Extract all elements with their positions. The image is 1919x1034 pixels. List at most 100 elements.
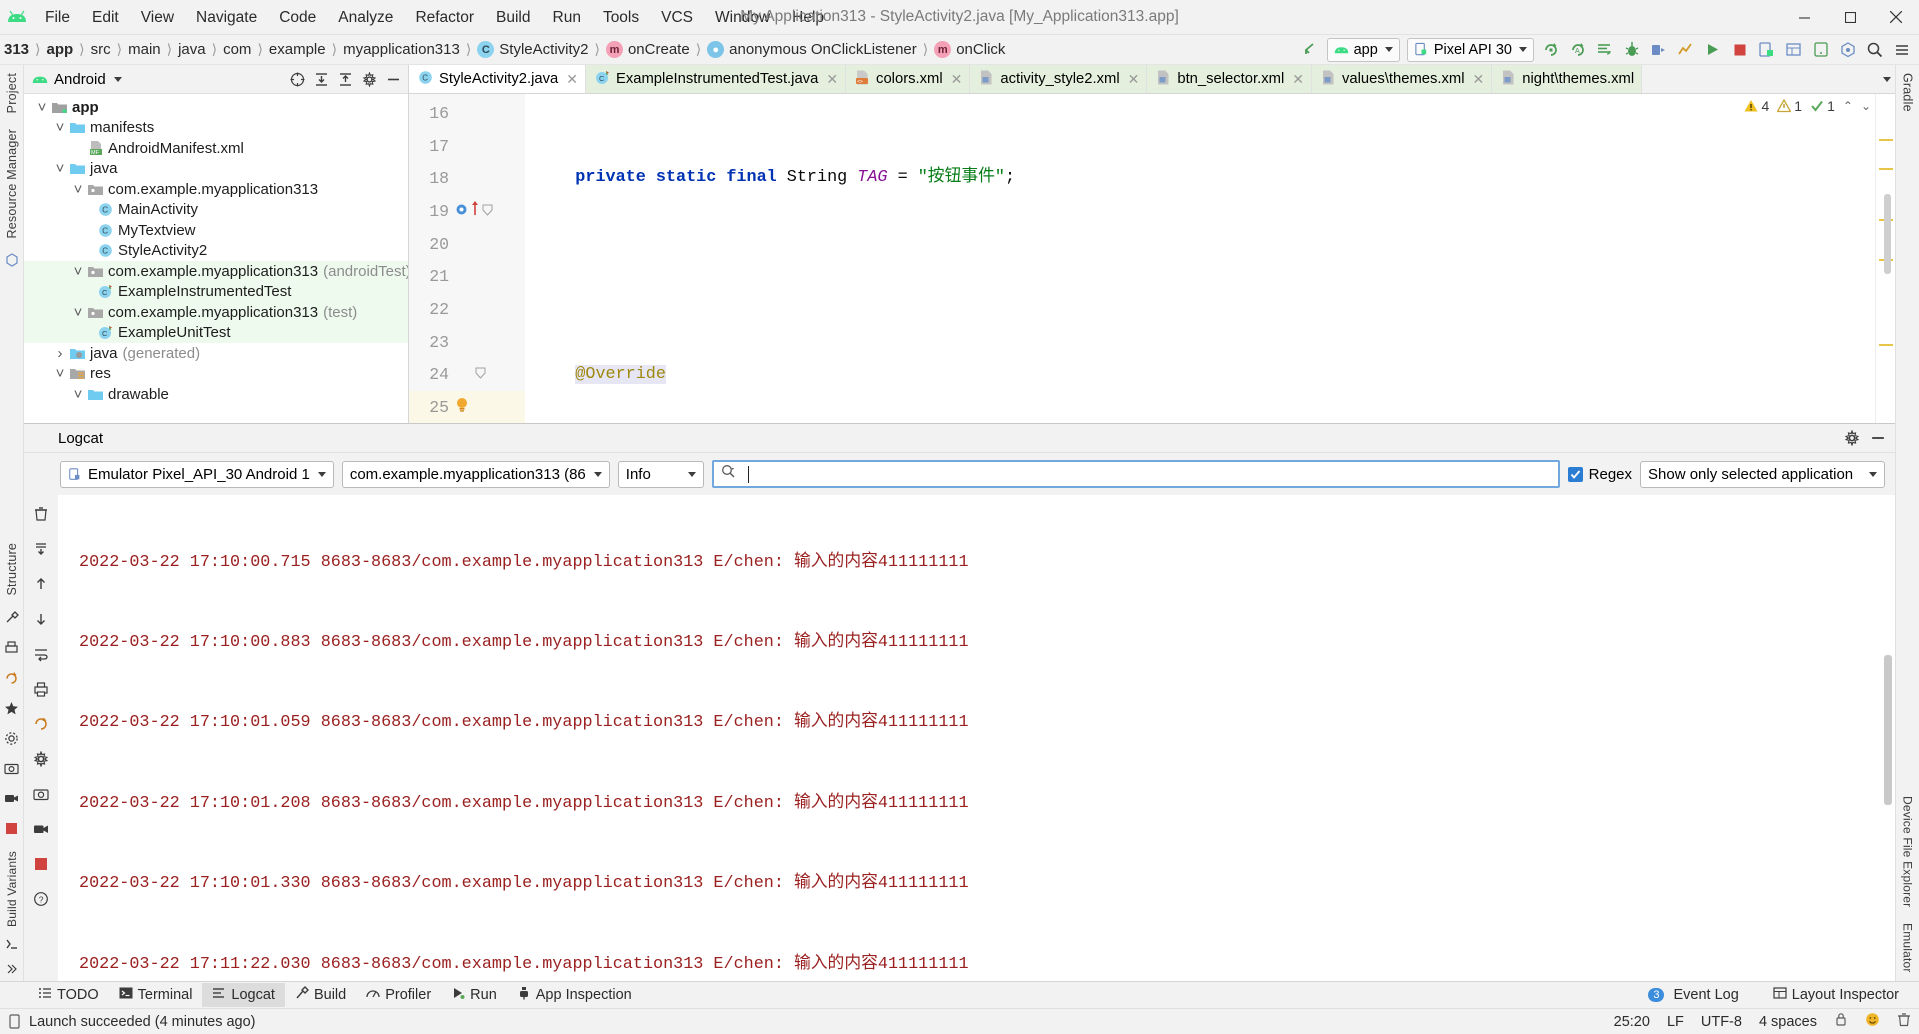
menu-build[interactable]: Build <box>485 5 541 30</box>
tree-node-java[interactable]: ˅ java <box>24 159 408 180</box>
menu-refactor[interactable]: Refactor <box>404 5 485 30</box>
status-message[interactable]: Launch succeeded (4 minutes ago) <box>29 1014 256 1030</box>
logcat-search-input[interactable] <box>711 460 1560 488</box>
breadcrumb-item-example[interactable]: example <box>265 41 330 58</box>
clear-logcat-icon[interactable] <box>30 503 52 525</box>
menu-window[interactable]: Window <box>704 5 781 30</box>
more-icon[interactable] <box>1889 37 1915 63</box>
menu-file[interactable]: File <box>34 5 81 30</box>
collapse-all-icon[interactable] <box>334 68 356 90</box>
close-icon[interactable]: ✕ <box>566 71 578 88</box>
tool-window-build-variants[interactable]: Build Variants <box>3 843 21 935</box>
tree-node-manifests[interactable]: ˅ manifests <box>24 118 408 139</box>
breadcrumb-item-anonymous-listener[interactable]: ● anonymous OnClickListener <box>703 41 921 58</box>
help-icon[interactable]: ? <box>30 888 52 910</box>
tree-node-exampleinstrumentedtest[interactable]: C ExampleInstrumentedTest <box>24 281 408 302</box>
code-area[interactable]: 16 17 18 19 20 21 22 23 24 25 private st… <box>409 94 1895 423</box>
project-tree[interactable]: ˅ app ˅ manifests MF AndroidManifest.xml… <box>24 94 408 423</box>
editor-scrollbar-thumb[interactable] <box>1884 194 1891 274</box>
filter-combo[interactable]: Show only selected application <box>1640 460 1885 488</box>
tree-node-package-main[interactable]: ˅ com.example.myapplication313 <box>24 179 408 200</box>
override-method-marker-icon[interactable] <box>455 202 468 221</box>
lock-icon[interactable] <box>1834 1012 1848 1031</box>
device-combo[interactable]: Emulator Pixel_API_30 Android 1 <box>60 460 334 488</box>
bottom-tab-profiler[interactable]: Profiler <box>356 983 441 1007</box>
close-icon[interactable]: ✕ <box>1292 71 1304 88</box>
sync-gradle-icon[interactable] <box>1538 37 1564 63</box>
terminal-icon[interactable] <box>3 935 21 953</box>
tree-node-exampleunittest[interactable]: C ExampleUnitTest <box>24 322 408 343</box>
menu-navigate[interactable]: Navigate <box>185 5 268 30</box>
tree-node-package-androidtest[interactable]: ˅ com.example.myapplication313 (androidT… <box>24 261 408 282</box>
gear-icon[interactable] <box>3 729 21 747</box>
hide-panel-icon[interactable] <box>1867 427 1889 449</box>
gear-icon[interactable] <box>358 68 380 90</box>
record-video-icon[interactable] <box>30 818 52 840</box>
close-icon[interactable]: ✕ <box>1128 71 1140 88</box>
tree-node-java-generated[interactable]: › java (generated) <box>24 343 408 364</box>
chevron-down-icon[interactable]: ˅ <box>52 119 68 136</box>
tree-node-res[interactable]: ˅ res <box>24 364 408 385</box>
breadcrumb-item-src[interactable]: src <box>87 41 115 58</box>
tool-window-emulator[interactable]: Emulator <box>1899 915 1917 981</box>
close-icon[interactable]: ✕ <box>826 71 838 88</box>
breadcrumb-item-styleactivity2[interactable]: C StyleActivity2 <box>473 41 592 58</box>
search-icon[interactable] <box>721 464 736 484</box>
avd-manager-icon[interactable]: A <box>1565 37 1591 63</box>
print-icon[interactable] <box>30 678 52 700</box>
breadcrumb-item-java[interactable]: java <box>174 41 210 58</box>
device-manager-icon[interactable] <box>1754 37 1780 63</box>
minimize-button[interactable] <box>1781 0 1827 35</box>
build-icon[interactable] <box>3 609 21 627</box>
chevron-down-icon[interactable]: ˅ <box>34 99 50 116</box>
feedback-icon[interactable] <box>1865 1012 1880 1031</box>
gear-icon[interactable] <box>1841 427 1863 449</box>
expand-rail-icon[interactable] <box>3 959 21 977</box>
breadcrumb-item-oncreate[interactable]: m onCreate <box>602 41 694 58</box>
bottom-tab-event-log[interactable]: 3 Event Log <box>1638 984 1748 1006</box>
bottom-tab-logcat[interactable]: Logcat <box>202 983 285 1007</box>
screenshot-icon[interactable] <box>30 783 52 805</box>
intention-bulb-icon[interactable] <box>455 397 469 418</box>
run-configuration-selector[interactable]: app <box>1326 37 1400 62</box>
restart-icon[interactable] <box>30 713 52 735</box>
tab-overflow-button[interactable] <box>1877 65 1895 93</box>
weak-warning-count[interactable]: 1 <box>1777 98 1802 114</box>
run-icon[interactable] <box>1700 37 1726 63</box>
profiler-icon[interactable] <box>1673 37 1699 63</box>
chevron-down-icon[interactable]: ˅ <box>70 181 86 198</box>
editor-tab-styleactivity2[interactable]: C StyleActivity2.java ✕ <box>409 65 586 93</box>
menu-vcs[interactable]: VCS <box>650 5 704 30</box>
up-icon[interactable] <box>30 573 52 595</box>
tool-window-gradle[interactable]: Gradle <box>1899 65 1917 120</box>
tree-node-drawable[interactable]: ˅ drawable <box>24 384 408 405</box>
sdk-manager-icon[interactable] <box>1835 37 1861 63</box>
breadcrumb-item-main[interactable]: main <box>124 41 165 58</box>
favorites-star-icon[interactable] <box>3 699 21 717</box>
inspection-status-widget[interactable]: 4 1 1 ⌃ ⌄ <box>1744 98 1871 114</box>
back-arrow-icon[interactable] <box>1297 37 1323 63</box>
project-view-selector[interactable]: Android <box>32 71 122 88</box>
down-icon[interactable] <box>30 608 52 630</box>
layout-inspector-icon[interactable] <box>1781 37 1807 63</box>
indent-setting[interactable]: 4 spaces <box>1759 1014 1817 1030</box>
refresh-icon[interactable] <box>3 669 21 687</box>
bottom-tab-terminal[interactable]: Terminal <box>109 983 203 1007</box>
menu-analyze[interactable]: Analyze <box>327 5 404 30</box>
tree-node-mytextview[interactable]: C MyTextview <box>24 220 408 241</box>
trash-icon[interactable] <box>1897 1012 1911 1031</box>
editor-tab-btn-selector-xml[interactable]: btn_selector.xml ✕ <box>1147 65 1312 93</box>
print-icon[interactable] <box>3 639 21 657</box>
tool-window-resource-manager[interactable]: Resource Manager <box>3 121 21 247</box>
close-icon[interactable]: ✕ <box>1473 71 1485 88</box>
menu-run[interactable]: Run <box>542 5 592 30</box>
fold-marker-icon[interactable] <box>475 365 486 384</box>
search-icon[interactable] <box>1862 37 1888 63</box>
stop-icon[interactable] <box>30 853 52 875</box>
chevron-down-icon[interactable]: ˅ <box>70 386 86 403</box>
chevron-down-icon[interactable]: ˅ <box>70 263 86 280</box>
inspection-marker-bar[interactable] <box>1875 94 1895 423</box>
source-code[interactable]: private static final String TAG = "按钮事件"… <box>525 94 1895 423</box>
debug-icon[interactable] <box>1619 37 1645 63</box>
bottom-tab-layout-inspector[interactable]: Layout Inspector <box>1763 983 1909 1007</box>
